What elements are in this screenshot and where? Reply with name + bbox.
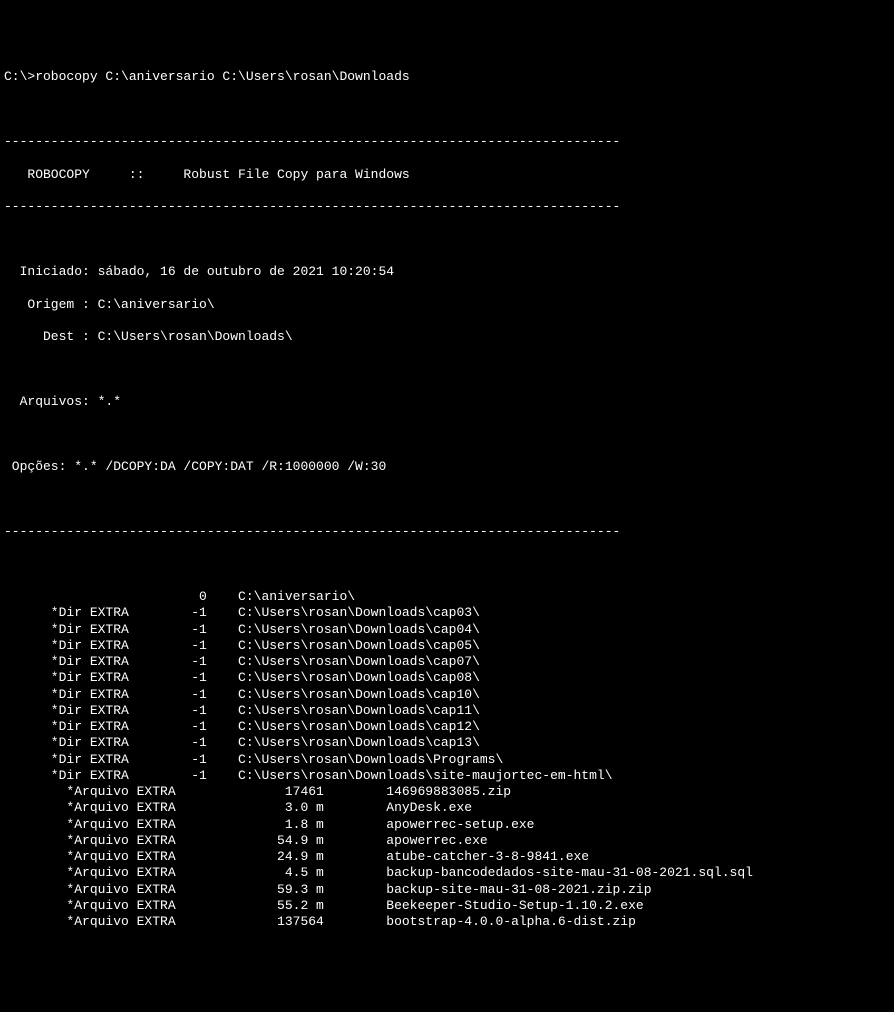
blank-line (4, 232, 890, 248)
output-rows: 0 C:\aniversario\ *Dir EXTRA -1 C:\Users… (4, 589, 890, 930)
output-row: *Dir EXTRA -1 C:\Users\rosan\Downloads\c… (4, 670, 890, 686)
command-prompt-line[interactable]: C:\>robocopy C:\aniversario C:\Users\ros… (4, 69, 890, 85)
blank-line (4, 102, 890, 118)
output-row: *Dir EXTRA -1 C:\Users\rosan\Downloads\c… (4, 703, 890, 719)
info-iniciado: Iniciado: sábado, 16 de outubro de 2021 … (4, 264, 890, 280)
output-row: *Dir EXTRA -1 C:\Users\rosan\Downloads\c… (4, 605, 890, 621)
output-row: *Arquivo EXTRA 3.0 m AnyDesk.exe (4, 800, 890, 816)
robocopy-title: ROBOCOPY :: Robust File Copy para Window… (4, 167, 890, 183)
output-row: *Arquivo EXTRA 4.5 m backup-bancodedados… (4, 865, 890, 881)
output-row: *Dir EXTRA -1 C:\Users\rosan\Downloads\c… (4, 687, 890, 703)
blank-line (4, 492, 890, 508)
output-row: *Dir EXTRA -1 C:\Users\rosan\Downloads\s… (4, 768, 890, 784)
info-opcoes: Opções: *.* /DCOPY:DA /COPY:DAT /R:10000… (4, 459, 890, 475)
info-origem: Origem : C:\aniversario\ (4, 297, 890, 313)
blank-line (4, 427, 890, 443)
blank-line (4, 557, 890, 573)
output-row: 0 C:\aniversario\ (4, 589, 890, 605)
output-row: *Dir EXTRA -1 C:\Users\rosan\Downloads\c… (4, 719, 890, 735)
output-row: *Arquivo EXTRA 55.2 m Beekeeper-Studio-S… (4, 898, 890, 914)
output-row: *Arquivo EXTRA 24.9 m atube-catcher-3-8-… (4, 849, 890, 865)
info-dest: Dest : C:\Users\rosan\Downloads\ (4, 329, 890, 345)
output-row: *Arquivo EXTRA 17461 146969883085.zip (4, 784, 890, 800)
divider: ----------------------------------------… (4, 524, 890, 540)
output-row: *Arquivo EXTRA 137564 bootstrap-4.0.0-al… (4, 914, 890, 930)
output-row: *Dir EXTRA -1 C:\Users\rosan\Downloads\c… (4, 654, 890, 670)
output-row: *Arquivo EXTRA 54.9 m apowerrec.exe (4, 833, 890, 849)
divider: ----------------------------------------… (4, 199, 890, 215)
info-arquivos: Arquivos: *.* (4, 394, 890, 410)
output-row: *Arquivo EXTRA 1.8 m apowerrec-setup.exe (4, 817, 890, 833)
output-row: *Dir EXTRA -1 C:\Users\rosan\Downloads\c… (4, 638, 890, 654)
output-row: *Dir EXTRA -1 C:\Users\rosan\Downloads\P… (4, 752, 890, 768)
output-row: *Arquivo EXTRA 59.3 m backup-site-mau-31… (4, 882, 890, 898)
divider: ----------------------------------------… (4, 134, 890, 150)
blank-line (4, 362, 890, 378)
output-row: *Dir EXTRA -1 C:\Users\rosan\Downloads\c… (4, 735, 890, 751)
output-row: *Dir EXTRA -1 C:\Users\rosan\Downloads\c… (4, 622, 890, 638)
